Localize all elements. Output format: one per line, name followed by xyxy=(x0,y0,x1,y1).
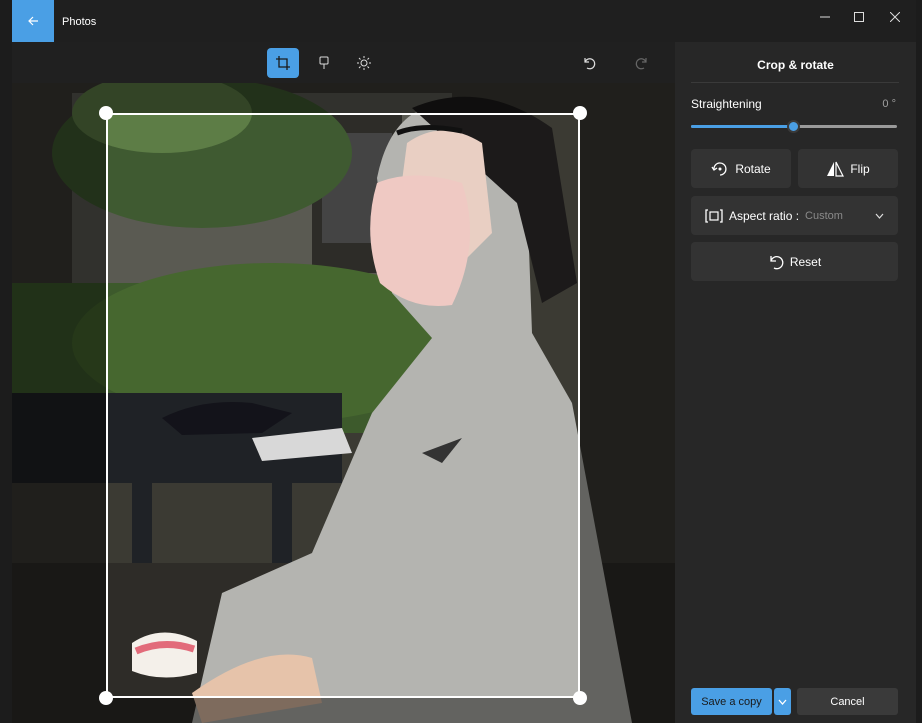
flip-icon xyxy=(827,161,845,177)
aspect-ratio-icon xyxy=(705,208,723,223)
rotate-icon xyxy=(711,161,727,176)
redo-button[interactable] xyxy=(626,48,658,78)
crop-mask-top xyxy=(106,83,580,113)
back-button[interactable] xyxy=(12,0,54,42)
crop-handle-bottom-right[interactable] xyxy=(573,691,587,705)
redo-icon xyxy=(635,58,647,70)
rotate-button[interactable]: Rotate xyxy=(691,149,791,188)
crop-mask-left xyxy=(12,83,106,723)
close-icon xyxy=(890,12,900,22)
markup-tool-button[interactable] xyxy=(308,48,340,78)
reset-button[interactable]: Reset xyxy=(691,242,898,281)
aspect-ratio-value: Custom xyxy=(805,209,843,222)
maximize-icon xyxy=(854,12,864,22)
chevron-down-icon xyxy=(778,699,787,705)
straightening-slider-fill xyxy=(691,125,794,128)
reset-label: Reset xyxy=(789,254,822,269)
crop-handle-top-right[interactable] xyxy=(573,106,587,120)
cancel-button[interactable]: Cancel xyxy=(797,688,898,715)
crop-rotate-panel: Crop & rotate Straightening 0 ° Rotate F… xyxy=(675,42,916,723)
flip-button[interactable]: Flip xyxy=(798,149,898,188)
back-arrow-icon xyxy=(28,16,38,26)
save-copy-button[interactable]: Save a copy xyxy=(691,688,772,715)
save-copy-label: Save a copy xyxy=(701,695,762,708)
crop-tool-button[interactable] xyxy=(267,48,299,78)
app-title: Photos xyxy=(62,16,97,28)
save-options-button[interactable] xyxy=(774,688,791,715)
crop-mask-right xyxy=(580,83,675,723)
photos-window: Photos Crop & rotate Straightening 0 ° R… xyxy=(12,0,916,723)
cancel-label: Cancel xyxy=(830,695,865,708)
reset-icon xyxy=(770,255,784,269)
adjustments-tool-button[interactable] xyxy=(348,48,380,78)
title-bar: Photos xyxy=(12,0,916,78)
panel-divider xyxy=(691,82,899,83)
crop-frame[interactable] xyxy=(106,113,580,698)
flip-label: Flip xyxy=(850,161,870,176)
crop-icon xyxy=(276,56,290,70)
aspect-ratio-label: Aspect ratio : xyxy=(729,208,800,223)
straightening-value: 0 ° xyxy=(882,98,896,110)
crop-mask-bottom xyxy=(106,698,580,723)
straightening-slider[interactable] xyxy=(691,120,897,133)
close-button[interactable] xyxy=(878,0,912,34)
chevron-down-icon xyxy=(875,213,884,219)
photo-canvas[interactable] xyxy=(12,83,675,723)
undo-icon xyxy=(584,58,596,70)
maximize-button[interactable] xyxy=(842,0,876,34)
minimize-button[interactable] xyxy=(808,0,842,34)
undo-button[interactable] xyxy=(573,48,605,78)
panel-title: Crop & rotate xyxy=(757,58,834,72)
aspect-ratio-dropdown[interactable]: Aspect ratio : Custom xyxy=(691,196,898,235)
crop-handle-bottom-left[interactable] xyxy=(99,691,113,705)
adjustments-icon xyxy=(357,56,371,70)
markup-icon xyxy=(319,56,329,69)
straightening-slider-thumb[interactable] xyxy=(787,120,800,133)
crop-handle-top-left[interactable] xyxy=(99,106,113,120)
straightening-label: Straightening xyxy=(691,97,762,111)
rotate-label: Rotate xyxy=(735,161,771,176)
minimize-icon xyxy=(820,16,830,18)
